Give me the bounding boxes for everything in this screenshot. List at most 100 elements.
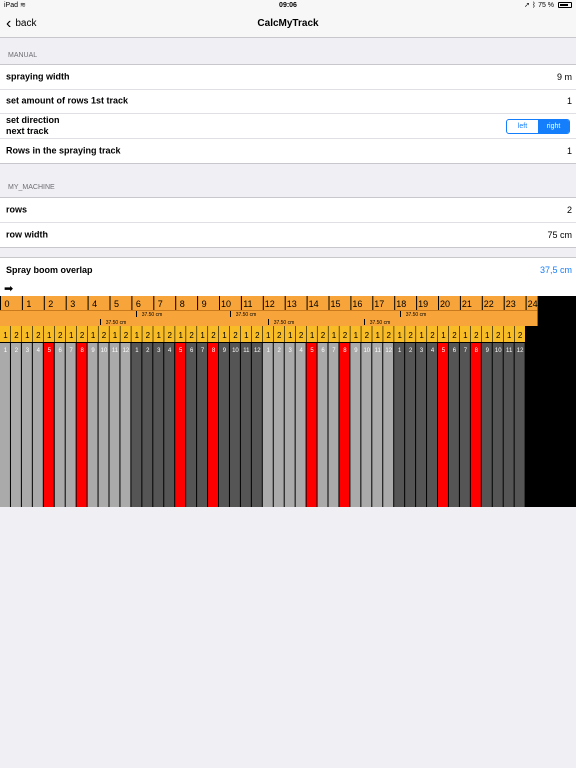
spraying-width-row[interactable]: spraying width 9 m	[0, 65, 576, 90]
direction-label-line-1: set direction	[6, 114, 60, 125]
row-column	[394, 343, 405, 507]
meter-label: 15	[330, 299, 340, 309]
row-column	[10, 343, 21, 507]
rows-first-track-row[interactable]: set amount of rows 1st track 1	[0, 90, 576, 115]
pair-label: 1	[507, 331, 512, 340]
pair-label: 1	[463, 331, 468, 340]
row-column	[76, 343, 87, 507]
row-column	[142, 343, 153, 507]
manual-group: spraying width 9 m set amount of rows 1s…	[0, 64, 576, 165]
overlap-marker	[400, 311, 401, 317]
row-column	[197, 343, 208, 507]
overlap-marker	[540, 319, 541, 325]
overlap-label: 37.50 cm	[142, 312, 163, 318]
meter-tick	[219, 296, 220, 310]
meter-tick	[284, 296, 286, 310]
row-column	[514, 343, 525, 507]
row-column	[0, 343, 10, 507]
meter-label: 7	[158, 299, 163, 309]
pair-label: 1	[266, 331, 271, 340]
pair-label: 2	[233, 331, 238, 340]
overlap-label: Spray boom overlap	[6, 265, 93, 275]
row-column	[131, 343, 142, 507]
row-column	[153, 343, 164, 507]
meter-label: 14	[309, 299, 319, 309]
rows-in-track-value: 1	[566, 146, 572, 157]
meter-tick	[394, 296, 396, 310]
row-column	[328, 343, 339, 507]
meter-label: 5	[114, 299, 119, 309]
rows-first-track-label: set amount of rows 1st track	[6, 95, 129, 106]
pair-label: 2	[386, 331, 391, 340]
direction-right-segment[interactable]: right	[538, 120, 569, 134]
rows-row[interactable]: rows 2	[0, 198, 576, 223]
pair-label: 1	[69, 331, 74, 340]
direction-label-line-2: next track	[6, 125, 49, 136]
rows-value: 2	[566, 204, 572, 215]
row-column	[317, 343, 328, 507]
pair-label: 1	[157, 331, 162, 340]
pair-label: 1	[376, 331, 381, 340]
pair-label: 2	[58, 331, 63, 340]
pair-label: 1	[288, 331, 293, 340]
meter-label: 0	[4, 299, 9, 309]
row-column	[438, 343, 448, 507]
row-column	[32, 343, 43, 507]
row-column	[416, 343, 427, 507]
battery-icon	[558, 2, 572, 8]
rows-in-track-row[interactable]: Rows in the spraying track 1	[0, 139, 576, 164]
row-column	[481, 343, 492, 507]
pair-label: 2	[102, 331, 107, 340]
rows-in-track-label: Rows in the spraying track	[6, 145, 121, 156]
meter-label: 18	[396, 299, 406, 309]
overlap-label: 37.50 cm	[406, 312, 427, 318]
pair-label: 2	[518, 331, 523, 340]
navigation-bar: ‹ back CalcMyTrack	[0, 12, 576, 38]
meter-label: 1	[26, 299, 31, 309]
row-column	[251, 343, 262, 507]
meter-label: 11	[243, 299, 252, 309]
pair-label: 1	[200, 331, 205, 340]
bluetooth-icon: ᛒ	[531, 2, 537, 9]
direction-segmented-control: left right	[506, 119, 570, 135]
pair-label: 1	[135, 331, 140, 340]
meter-tick	[416, 296, 418, 310]
meter-tick	[240, 296, 242, 310]
overlap-marker	[100, 319, 101, 325]
pair-label: 2	[255, 331, 260, 340]
pair-label: 2	[146, 331, 151, 340]
direction-left-segment[interactable]: left	[507, 120, 538, 133]
meter-label: 2	[48, 299, 53, 309]
overlap-label: 37.50 cm	[370, 320, 391, 326]
pair-label: 2	[14, 331, 19, 340]
meter-label: 20	[440, 299, 450, 309]
overlap-marker	[364, 319, 365, 325]
pair-label: 1	[332, 331, 337, 340]
pair-label: 2	[321, 331, 326, 340]
pair-label: 1	[222, 331, 227, 340]
row-number: 11	[112, 348, 119, 354]
meter-label: 4	[92, 299, 97, 309]
meter-label: 17	[374, 299, 384, 309]
row-width-row[interactable]: row width 75 cm	[0, 223, 576, 248]
meter-tick	[350, 296, 352, 310]
row-number: 11	[243, 348, 250, 354]
row-column	[405, 343, 416, 507]
row-column	[295, 343, 306, 507]
meter-label: 13	[287, 299, 297, 309]
pair-label: 1	[419, 331, 424, 340]
pair-label: 1	[47, 331, 52, 340]
row-column	[65, 343, 76, 507]
row-column	[383, 343, 394, 507]
spray-boom-overlap-row[interactable]: Spray boom overlap 37,5 cm	[0, 257, 576, 283]
row-width-label: row width	[6, 229, 48, 240]
meter-label: 16	[352, 299, 362, 309]
pair-label: 2	[408, 331, 413, 340]
row-column	[448, 343, 459, 507]
direction-label: set direction next track	[6, 115, 60, 137]
overlap-marker	[230, 311, 231, 317]
pair-label: 1	[244, 331, 249, 340]
overlap-label: 37.50 cm	[236, 312, 257, 318]
meter-tick	[438, 296, 439, 310]
pair-label: 2	[189, 331, 194, 340]
